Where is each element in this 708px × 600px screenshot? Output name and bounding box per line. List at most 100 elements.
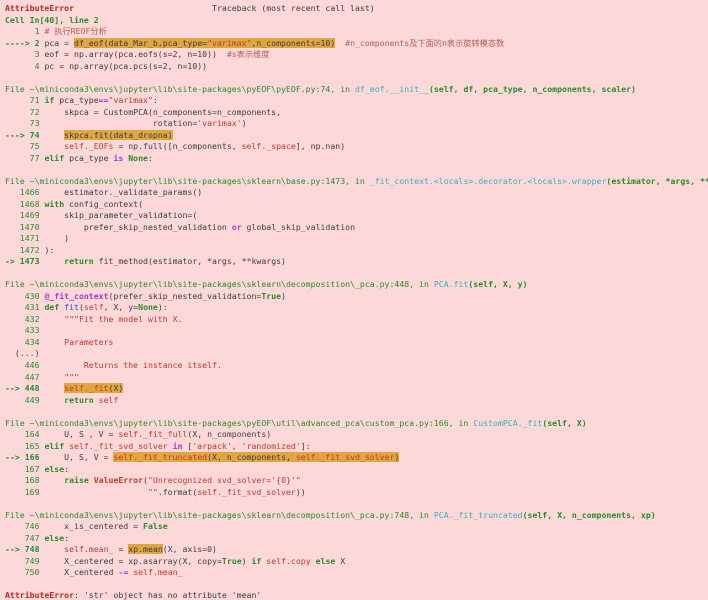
traceback-line: --> 448 self._fit(X) [5, 383, 708, 395]
code-token: Parameters [44, 337, 113, 347]
traceback-line: 3 eof = np.array(pca.eofs(s=2, n=10)) #s… [5, 49, 708, 61]
traceback-line: 750 X_centered -= self.mean_ [5, 567, 708, 579]
code-token: 72 [5, 107, 44, 117]
traceback-line: File ~\miniconda3\envs\jupyter\lib\site-… [5, 84, 708, 96]
code-token: CustomPCA._fit [473, 418, 542, 428]
code-token: Cell In[40], line 2 [5, 15, 99, 25]
code-token: # 执行REOF分析 [44, 26, 106, 36]
code-token: rotation= [44, 118, 197, 128]
code-token: (self, X) [542, 418, 586, 428]
code-token: (estimator, *args, **kwargs) [606, 176, 708, 186]
traceback-line: 165 elif self._fit_svd_solver in ['arpac… [5, 441, 708, 453]
code-token: ) [242, 556, 252, 566]
code-token: else [44, 533, 64, 543]
traceback-line: 747 else: [5, 533, 708, 545]
code-token: self._fit_svd_solver [69, 441, 168, 451]
code-token: 1470 [5, 222, 44, 232]
code-token: : [153, 95, 158, 105]
code-token: 449 [5, 395, 44, 405]
code-token: def [44, 302, 59, 312]
traceback-line: 164 U, S , V = self._fit_full(X, n_compo… [5, 429, 708, 441]
code-token: --> 166 [5, 452, 44, 462]
code-token: 433 [5, 325, 44, 335]
code-token: (prefer_skip_nested_validation= [109, 291, 262, 301]
highlighted-code-token: ,n_components=10) [251, 38, 335, 48]
code-token: 169 [5, 487, 44, 497]
code-token: : [64, 464, 69, 474]
highlighted-code-token: skpca.fit(data_dropna) [64, 130, 172, 140]
code-token: .format( [158, 487, 197, 497]
traceback-line: 169 "".format(self._fit_svd_solver)) [5, 487, 708, 499]
traceback-line: 746 x_is_centered = False [5, 521, 708, 533]
code-token: pca_type [54, 95, 98, 105]
code-token: PCA._fit_truncated [434, 510, 523, 520]
code-token [44, 130, 64, 140]
traceback-line: 1471 ) [5, 233, 708, 245]
traceback-line: 77 elif pca_type is None: [5, 153, 708, 165]
code-token: with [44, 199, 64, 209]
highlighted-code-token: self._fit_truncated [113, 452, 207, 462]
code-token: """Fit the model with X. [44, 314, 182, 324]
code-token: elif [44, 441, 64, 451]
code-token: 434 [5, 337, 44, 347]
highlighted-code-token: self._fit_svd_solver [296, 452, 395, 462]
traceback-line: 434 Parameters [5, 337, 708, 349]
code-token: = np.full([n_components, [113, 141, 241, 151]
code-token: estimator._validate_params() [44, 187, 202, 197]
traceback-line: -> 1473 return fit_method(estimator, *ar… [5, 256, 708, 268]
code-token: == [99, 95, 109, 105]
code-token: ) [44, 233, 69, 243]
code-token: 432 [5, 314, 44, 324]
code-token: ): [44, 245, 54, 255]
code-token: -= [118, 567, 128, 577]
traceback-line: 1472 ): [5, 245, 708, 257]
code-token: 430 [5, 291, 44, 301]
code-token: File ~\miniconda3\envs\jupyter\lib\site-… [5, 510, 434, 520]
traceback-line: --> 166 U, S, V = self._fit_truncated(X,… [5, 452, 708, 464]
code-token: (self, X, n_components, xp) [523, 510, 656, 520]
highlighted-code-token: self._fit [64, 383, 108, 393]
code-token: "Unrecognized svd_solver='{0}'" [148, 475, 301, 485]
code-token: ) [281, 291, 286, 301]
code-token: 749 [5, 556, 44, 566]
code-token: "" [148, 487, 158, 497]
code-token: ) [242, 118, 247, 128]
code-token: 1472 [5, 245, 44, 255]
code-token: or [232, 222, 242, 232]
code-token: Returns the instance itself. [44, 360, 221, 370]
code-token: None [128, 153, 148, 163]
code-token: File ~\miniconda3\envs\jupyter\lib\site-… [5, 84, 355, 94]
traceback-line: 446 Returns the instance itself. [5, 360, 708, 372]
code-token: File ~\miniconda3\envs\jupyter\lib\site-… [5, 176, 370, 186]
code-token: , X, y= [104, 302, 139, 312]
code-token: ----> 2 [5, 38, 44, 48]
traceback-line: 433 [5, 325, 708, 337]
code-token: 3 [5, 49, 44, 59]
traceback-line: 1 # 执行REOF分析 [5, 26, 708, 38]
code-token: 750 [5, 567, 44, 577]
traceback-line: 1469 skip_parameter_validation=( [5, 210, 708, 222]
code-token [44, 256, 64, 266]
code-token: self.mean_ [133, 567, 182, 577]
code-token: True [222, 556, 242, 566]
code-token: (X, axis=0) [163, 544, 217, 554]
code-token: 73 [5, 118, 44, 128]
code-token: (self, df, pca_type, n_components, scale… [429, 84, 636, 94]
code-token: self.copy [266, 556, 310, 566]
code-token: False [143, 521, 168, 531]
code-token: (...) [5, 348, 40, 358]
traceback-line [5, 406, 708, 418]
traceback-line: 4 pc = np.array(pca.pcs(s=2, n=10)) [5, 61, 708, 73]
code-token: 167 [5, 464, 44, 474]
code-token: elif [44, 153, 64, 163]
code-token: @_fit_context [44, 291, 108, 301]
traceback-line: 75 self._EOFs = np.full([n_components, s… [5, 141, 708, 153]
highlighted-code-token: (X) [109, 383, 124, 393]
jupyter-error-output: AttributeError Traceback (most recent ca… [0, 0, 708, 600]
code-token: = [113, 544, 128, 554]
code-token: 75 [5, 141, 44, 151]
code-token [44, 487, 148, 497]
traceback-line: 72 skpca = CustomPCA(n_components=n_comp… [5, 107, 708, 119]
code-token: self [99, 395, 119, 405]
code-token: pca_type [64, 153, 113, 163]
